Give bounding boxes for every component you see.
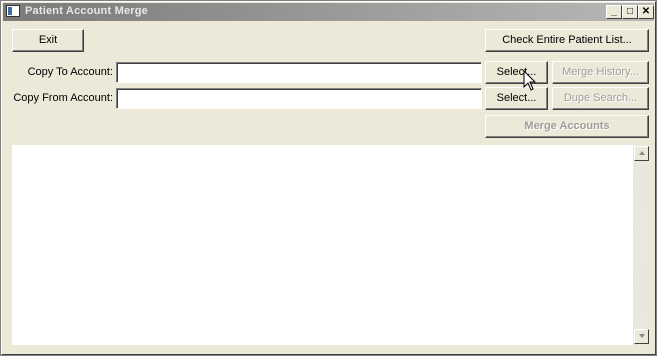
check-entire-patient-list-button[interactable]: Check Entire Patient List... [485, 29, 649, 52]
app-icon [6, 5, 20, 17]
copy-from-account-field[interactable] [116, 88, 482, 109]
copy-from-account-label: Copy From Account: [13, 92, 113, 104]
scroll-down-icon [639, 334, 645, 338]
window-title: Patient Account Merge [25, 5, 148, 17]
maximize-icon: □ [626, 6, 634, 17]
minimize-button[interactable]: _ [606, 5, 622, 19]
close-icon: ✕ [641, 6, 651, 17]
copy-to-account-field[interactable] [116, 62, 482, 83]
minimize-icon: _ [611, 6, 617, 17]
results-panel[interactable] [12, 145, 650, 345]
dupe-search-button[interactable]: Dupe Search... [552, 87, 649, 110]
vertical-scrollbar[interactable] [633, 145, 650, 345]
scroll-down-button[interactable] [634, 329, 649, 344]
close-button[interactable]: ✕ [638, 5, 654, 19]
mouse-cursor-icon [523, 70, 537, 91]
copy-to-account-label: Copy To Account: [27, 66, 113, 78]
title-bar[interactable]: Patient Account Merge _ □ ✕ [3, 3, 654, 21]
merge-history-button[interactable]: Merge History... [552, 61, 649, 84]
exit-button[interactable]: Exit [12, 29, 84, 52]
merge-accounts-button[interactable]: Merge Accounts [485, 115, 649, 138]
maximize-button[interactable]: □ [622, 5, 638, 19]
scroll-up-icon [639, 151, 645, 155]
scroll-up-button[interactable] [634, 146, 649, 161]
patient-account-merge-window: Patient Account Merge _ □ ✕ Exit Check E… [0, 0, 657, 356]
